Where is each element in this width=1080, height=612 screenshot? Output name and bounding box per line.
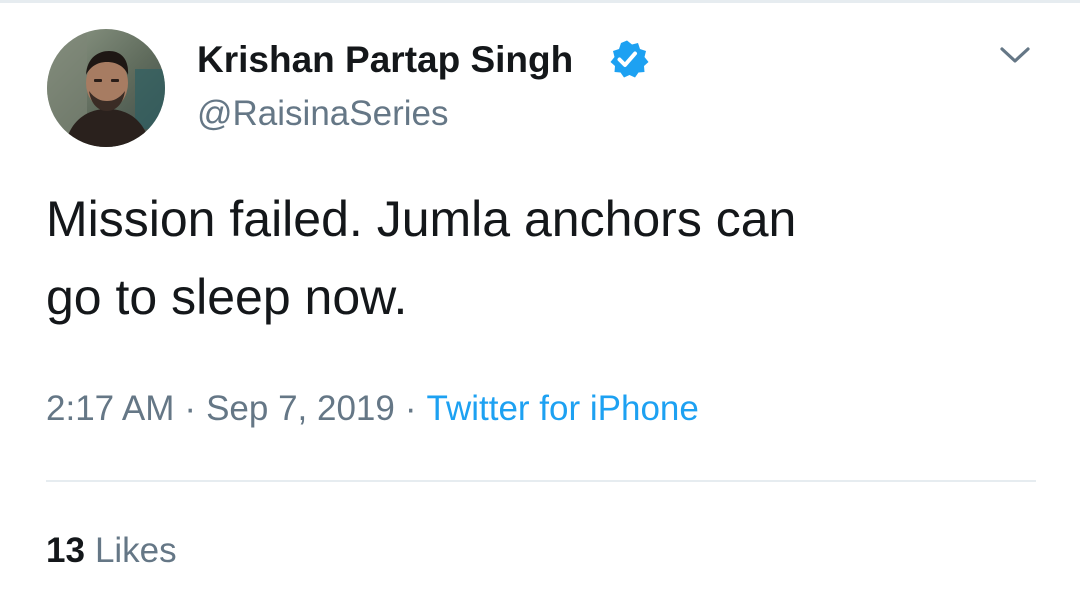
author-name[interactable]: Krishan Partap Singh: [197, 38, 573, 82]
tweet-text: Mission failed. Jumla anchors can go to s…: [46, 180, 1046, 336]
tweet-metadata: 2:17 AM · Sep 7, 2019 · Twitter for iPhone: [46, 387, 699, 431]
divider: [46, 480, 1036, 482]
author-handle[interactable]: @RaisinaSeries: [197, 94, 448, 134]
tweet-date: Sep 7, 2019: [206, 389, 395, 428]
verified-badge-icon: [610, 40, 649, 78]
meta-separator: ·: [404, 389, 417, 428]
tweet-source-link[interactable]: Twitter for iPhone: [427, 389, 699, 428]
likes-stat[interactable]: 13 Likes: [46, 529, 177, 573]
tweet-card: Krishan Partap Singh @RaisinaSeries Miss…: [0, 0, 1080, 612]
tweet-time: 2:17 AM: [46, 389, 175, 428]
top-divider: [0, 0, 1080, 3]
author-avatar[interactable]: [47, 29, 165, 147]
likes-count: 13: [46, 531, 85, 570]
tweet-text-line-2: go to sleep now.: [46, 269, 408, 325]
avatar-photo-icon: [47, 29, 165, 147]
chevron-down-icon[interactable]: [994, 38, 1036, 72]
meta-separator: ·: [184, 389, 197, 428]
likes-label: Likes: [94, 531, 177, 570]
tweet-text-line-1: Mission failed. Jumla anchors can: [46, 191, 797, 247]
